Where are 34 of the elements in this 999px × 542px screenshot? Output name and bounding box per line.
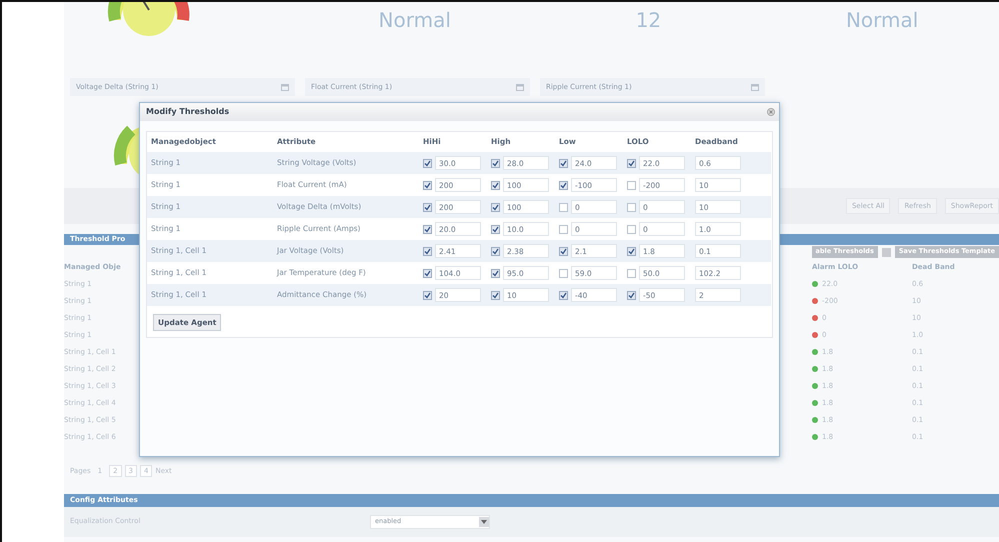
checkbox[interactable] (423, 224, 432, 234)
status-value: 12 (634, 7, 662, 30)
checkbox[interactable] (627, 180, 636, 190)
checkbox[interactable] (559, 268, 568, 278)
checkbox[interactable] (559, 202, 568, 212)
checkbox[interactable] (491, 246, 500, 256)
checkbox[interactable] (491, 180, 500, 190)
dialog-title: Modify Thresholds (146, 106, 230, 118)
checkbox[interactable] (627, 158, 636, 168)
close-icon[interactable] (767, 108, 775, 116)
checkbox[interactable] (627, 268, 636, 278)
checkbox[interactable] (423, 202, 432, 212)
checkbox[interactable] (559, 290, 568, 300)
checkbox[interactable] (491, 290, 500, 300)
checkbox[interactable] (423, 290, 432, 300)
checkbox[interactable] (423, 158, 432, 168)
checkbox[interactable] (627, 290, 636, 300)
dropdown-icon[interactable] (481, 520, 487, 524)
checkbox[interactable] (491, 224, 500, 234)
checkbox[interactable] (491, 268, 500, 278)
checkbox[interactable] (491, 158, 500, 168)
checkbox[interactable] (423, 180, 432, 190)
checkbox[interactable] (559, 180, 568, 190)
status-value: Normal (844, 7, 920, 30)
status-value: Normal (378, 7, 452, 30)
checkbox[interactable] (423, 268, 432, 278)
checkbox[interactable] (559, 158, 568, 168)
checkbox[interactable] (423, 246, 432, 256)
checkbox[interactable] (627, 202, 636, 212)
checkbox[interactable] (559, 224, 568, 234)
checkbox[interactable] (559, 246, 568, 256)
checkbox[interactable] (627, 224, 636, 234)
checkbox[interactable] (491, 202, 500, 212)
checkbox[interactable] (627, 246, 636, 256)
